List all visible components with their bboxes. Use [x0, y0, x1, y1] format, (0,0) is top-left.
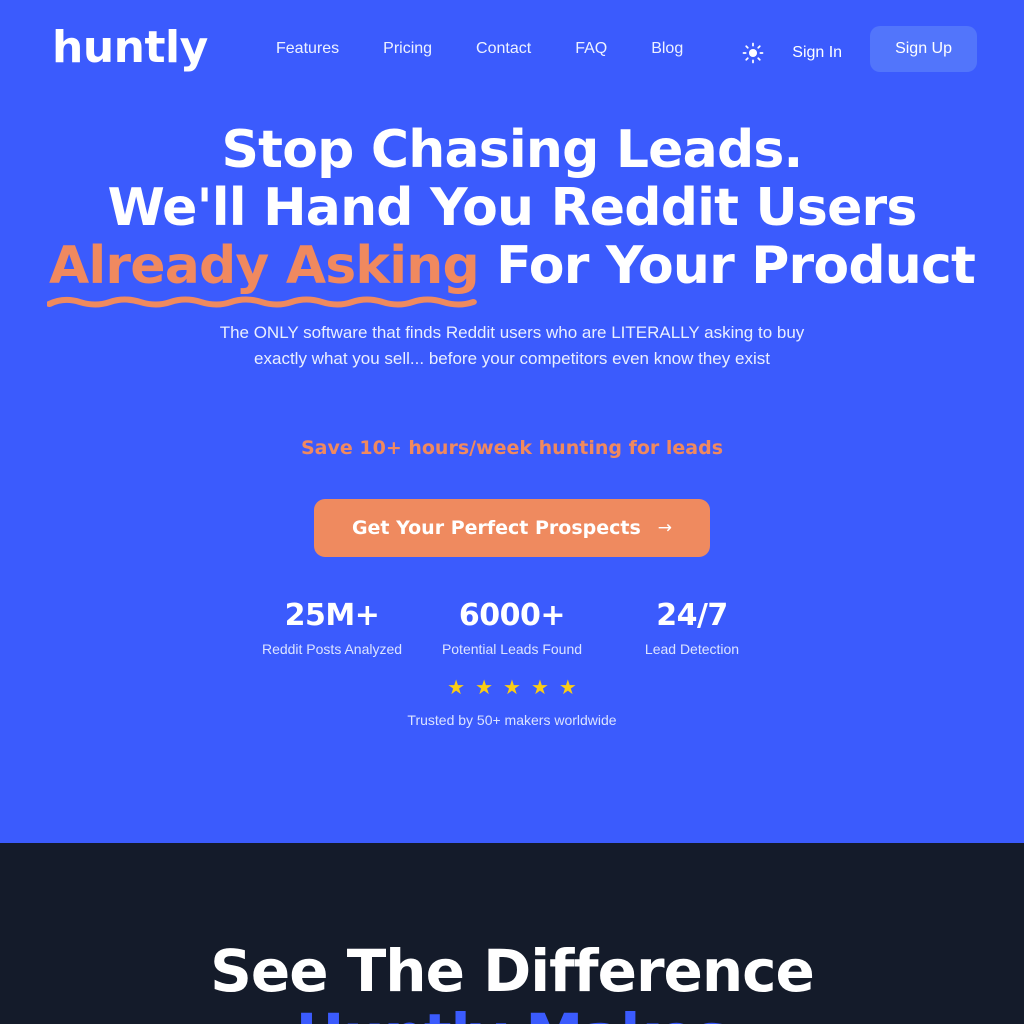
nav-actions: Sign In Sign Up: [736, 26, 977, 72]
nav-item-features[interactable]: Features: [276, 38, 339, 59]
sun-icon: [742, 42, 764, 63]
arrow-right-icon: →: [657, 517, 673, 538]
star-icon: ★: [503, 677, 521, 699]
headline-line-2: We'll Hand You Reddit Users: [107, 178, 917, 238]
hero-cta-wrapper: Get Your Perfect Prospects →: [0, 499, 1024, 557]
top-navigation-bar: huntly Features Pricing Contact FAQ Blog: [0, 0, 1024, 96]
squiggle-underline-icon: [46, 296, 477, 308]
hero-save-note: Save 10+ hours/week hunting for leads: [300, 437, 724, 459]
nav-item-faq[interactable]: FAQ: [575, 38, 607, 59]
hero-headline: Stop Chasing Leads. We'll Hand You Reddi…: [0, 120, 1024, 308]
stat-value: 24/7: [656, 598, 728, 633]
hero-section: huntly Features Pricing Contact FAQ Blog: [0, 0, 1024, 843]
star-icon: ★: [558, 677, 577, 699]
brand-logo[interactable]: huntly: [52, 24, 208, 72]
star-icon: ★: [475, 677, 494, 699]
sign-up-button[interactable]: Sign Up: [870, 26, 977, 72]
theme-toggle-button[interactable]: [736, 36, 770, 70]
hero-subheadline: The ONLY software that finds Reddit user…: [219, 323, 805, 368]
headline-accent-text: Already Asking: [48, 236, 480, 296]
cta-label: Get Your Perfect Prospects: [351, 517, 641, 539]
difference-section: See The Difference Huntly Makes: [0, 843, 1024, 1024]
nav-item-contact[interactable]: Contact: [476, 38, 531, 59]
rating-stars: ★ ★ ★ ★ ★: [0, 676, 1024, 700]
stat-item: 25M+ Reddit Posts Analyzed: [242, 597, 422, 659]
stat-label: Potential Leads Found: [441, 641, 583, 657]
headline-accent-already-asking: Already Asking: [46, 236, 480, 308]
nav-item-blog[interactable]: Blog: [651, 38, 683, 59]
get-prospects-cta-button[interactable]: Get Your Perfect Prospects →: [313, 499, 711, 557]
stat-item: 6000+ Potential Leads Found: [422, 597, 602, 659]
stat-label: Lead Detection: [644, 641, 740, 657]
stat-value: 25M+: [284, 598, 380, 633]
difference-title-line-2: Huntly Makes: [0, 1003, 1024, 1024]
difference-title-line-1: See The Difference: [210, 937, 815, 1005]
trusted-by-text: Trusted by 50+ makers worldwide: [407, 712, 617, 728]
difference-section-title: See The Difference Huntly Makes: [0, 939, 1024, 1024]
star-icon: ★: [447, 677, 466, 699]
hero-stats: 25M+ Reddit Posts Analyzed 6000+ Potenti…: [0, 597, 1024, 659]
stat-item: 24/7 Lead Detection: [602, 597, 782, 659]
stat-label: Reddit Posts Analyzed: [261, 641, 403, 657]
nav-item-pricing[interactable]: Pricing: [383, 38, 432, 59]
sign-in-link[interactable]: Sign In: [792, 44, 842, 62]
headline-line-1: Stop Chasing Leads.: [221, 120, 804, 180]
headline-line-3-rest: For Your Product: [478, 236, 976, 296]
star-icon: ★: [530, 677, 549, 699]
stat-value: 6000+: [458, 598, 566, 633]
nav-links: Features Pricing Contact FAQ Blog: [276, 38, 683, 59]
landing-page: huntly Features Pricing Contact FAQ Blog: [0, 0, 1024, 1024]
